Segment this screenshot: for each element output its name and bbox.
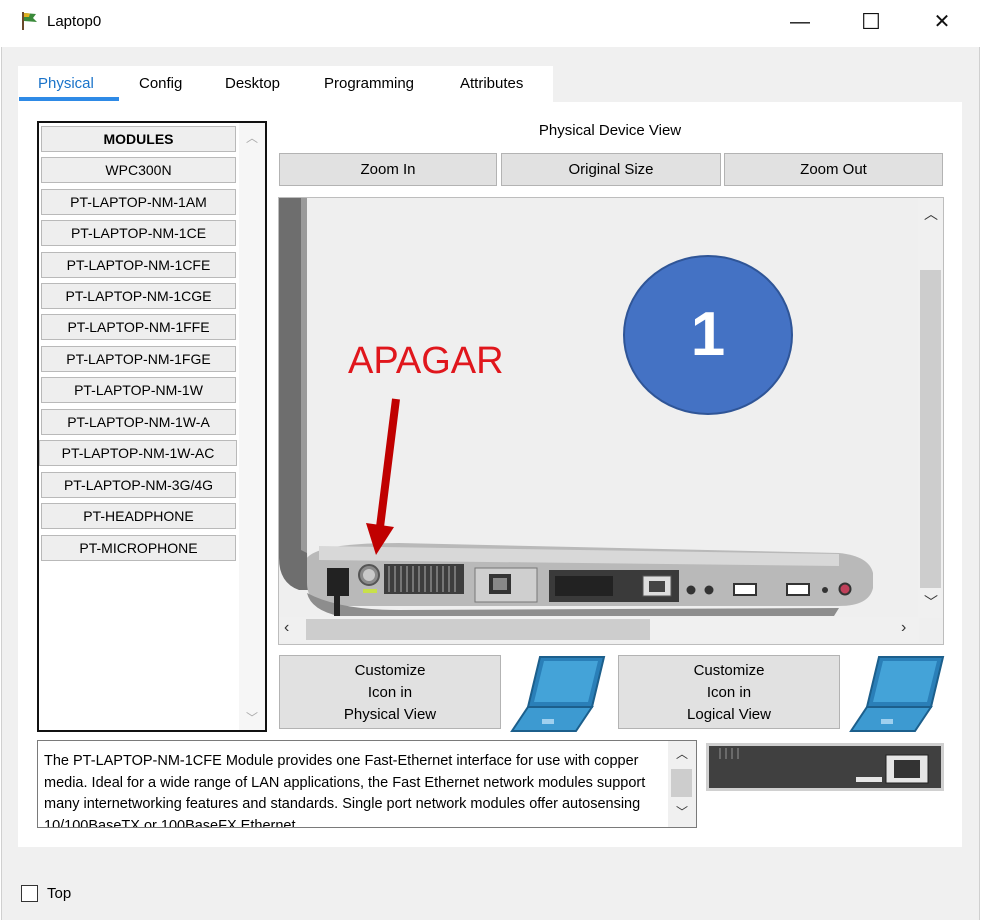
module-item[interactable]: PT-LAPTOP-NM-1W bbox=[41, 377, 236, 403]
tab-desktop[interactable]: Desktop bbox=[225, 66, 280, 102]
module-item[interactable]: PT-LAPTOP-NM-1AM bbox=[41, 189, 236, 215]
title-bar: Laptop0 — ☐ ✕ bbox=[0, 0, 981, 47]
scroll-down-icon[interactable]: ﹀ bbox=[246, 709, 258, 726]
button-line: Customize bbox=[693, 662, 765, 679]
tab-attributes[interactable]: Attributes bbox=[460, 66, 523, 102]
module-item[interactable]: PT-LAPTOP-NM-1CGE bbox=[41, 283, 236, 309]
customize-physical-view-button[interactable]: Customize Icon in Physical View bbox=[279, 655, 501, 729]
button-line: Customize bbox=[354, 662, 426, 679]
active-tab-indicator bbox=[19, 97, 119, 101]
button-line: Icon in bbox=[706, 684, 752, 701]
module-item[interactable]: PT-MICROPHONE bbox=[41, 535, 236, 561]
tab-config[interactable]: Config bbox=[139, 66, 182, 102]
zoom-out-button[interactable]: Zoom Out bbox=[724, 153, 943, 186]
scroll-left-icon[interactable]: ‹ bbox=[284, 619, 289, 637]
customize-logical-view-button[interactable]: Customize Icon in Logical View bbox=[618, 655, 840, 729]
physical-device-view-title: Physical Device View bbox=[538, 122, 682, 139]
maximize-button[interactable]: ☐ bbox=[848, 0, 894, 46]
close-button[interactable]: ✕ bbox=[919, 0, 965, 46]
laptop-icon bbox=[849, 656, 945, 732]
step-number-badge: 1 bbox=[623, 255, 793, 415]
viewer-horizontal-thumb[interactable] bbox=[306, 619, 650, 640]
button-line: Logical View bbox=[687, 706, 771, 723]
scroll-right-icon[interactable]: › bbox=[901, 619, 906, 637]
zoom-in-button[interactable]: Zoom In bbox=[279, 153, 497, 186]
module-description-text: The PT-LAPTOP-NM-1CFE Module provides on… bbox=[44, 753, 646, 828]
description-scroll-thumb[interactable] bbox=[671, 769, 692, 797]
scroll-down-icon[interactable]: ﹀ bbox=[676, 803, 688, 820]
button-line: Physical View bbox=[343, 706, 437, 723]
description-scrollbar[interactable]: ︿ ﹀ bbox=[668, 741, 696, 827]
scroll-up-icon[interactable]: ︿ bbox=[924, 204, 938, 224]
viewer-vertical-thumb[interactable] bbox=[920, 270, 941, 588]
scroll-up-icon[interactable]: ︿ bbox=[246, 129, 258, 146]
red-arrow-icon bbox=[366, 398, 400, 555]
scroll-up-icon[interactable]: ︿ bbox=[676, 745, 688, 762]
module-item[interactable]: PT-HEADPHONE bbox=[41, 503, 236, 529]
step-number-text: 1 bbox=[691, 300, 725, 369]
module-item[interactable]: PT-LAPTOP-NM-1W-AC bbox=[39, 440, 237, 466]
top-checkbox-label: Top bbox=[47, 885, 72, 902]
button-line: Icon in bbox=[367, 684, 413, 701]
laptop-icon bbox=[510, 656, 606, 732]
module-item[interactable]: PT-LAPTOP-NM-1W-A bbox=[41, 409, 236, 435]
module-description-box[interactable]: The PT-LAPTOP-NM-1CFE Module provides on… bbox=[37, 740, 697, 828]
scroll-down-icon[interactable]: ﹀ bbox=[924, 592, 938, 612]
module-item[interactable]: PT-LAPTOP-NM-1CFE bbox=[41, 252, 236, 278]
minimize-button[interactable]: — bbox=[777, 0, 823, 46]
module-item[interactable]: PT-LAPTOP-NM-3G/4G bbox=[41, 472, 236, 498]
module-item[interactable]: PT-LAPTOP-NM-1CE bbox=[41, 220, 236, 246]
top-checkbox[interactable] bbox=[21, 885, 38, 902]
module-item[interactable]: WPC300N bbox=[41, 157, 236, 183]
module-item[interactable]: PT-LAPTOP-NM-1FGE bbox=[41, 346, 236, 372]
module-preview-image bbox=[706, 743, 944, 791]
tab-programming[interactable]: Programming bbox=[324, 66, 414, 102]
modules-header: MODULES bbox=[41, 126, 236, 152]
original-size-button[interactable]: Original Size bbox=[501, 153, 721, 186]
window-title: Laptop0 bbox=[47, 13, 102, 30]
module-list-scrollbar[interactable]: ︿ ﹀ bbox=[239, 123, 265, 730]
module-item[interactable]: PT-LAPTOP-NM-1FFE bbox=[41, 314, 236, 340]
apagar-annotation: APAGAR bbox=[348, 340, 504, 382]
packet-tracer-icon bbox=[22, 12, 37, 30]
